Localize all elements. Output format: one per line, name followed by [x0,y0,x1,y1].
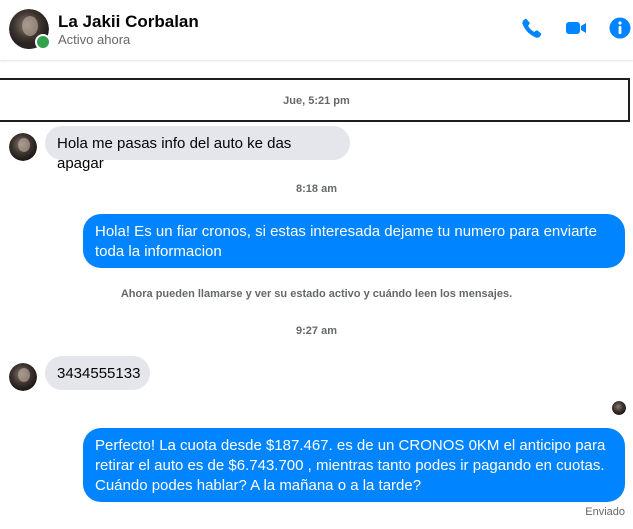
system-notice: Ahora pueden llamarse y ver su estado ac… [120,288,513,300]
chat-header: La Jakii Corbalan Activo ahora [0,0,633,60]
message-line: toda la informacion [95,243,222,260]
info-icon[interactable] [608,16,632,40]
active-status: Activo ahora [58,32,131,47]
contact-name[interactable]: La Jakii Corbalan [58,12,199,32]
seen-avatar [612,401,626,415]
video-camera-icon[interactable] [564,16,588,40]
message-line: retirar el auto es de $6.743.700 , mient… [95,457,605,474]
timestamp: 9:27 am [296,325,337,337]
online-status-dot [35,34,51,50]
message-bubble-outgoing[interactable]: Hola! Es un fiar cronos, si estas intere… [83,214,625,268]
message-text: Hola me pasas info del auto ke das apaga… [57,135,292,172]
timestamp: 8:18 am [296,183,337,195]
message-line: Cuándo podes hablar? A la mañana o a la … [95,477,422,494]
message-line: Perfecto! La cuota desde $187.467. es de… [95,437,606,454]
phone-icon[interactable] [520,16,544,40]
message-bubble-outgoing[interactable]: Perfecto! La cuota desde $187.467. es de… [83,428,625,502]
message-bubble-incoming[interactable]: 3434555133 [45,356,150,390]
sender-avatar[interactable] [9,363,37,391]
message-line: Hola! Es un fiar cronos, si estas intere… [95,223,597,240]
sent-status: Enviado [585,506,625,518]
timestamp-divider: Jue, 5:21 pm [283,95,350,107]
message-bubble-incoming[interactable]: Hola me pasas info del auto ke das apaga… [45,126,350,172]
message-text: 3434555133 [57,365,141,382]
sender-avatar[interactable] [9,133,37,161]
